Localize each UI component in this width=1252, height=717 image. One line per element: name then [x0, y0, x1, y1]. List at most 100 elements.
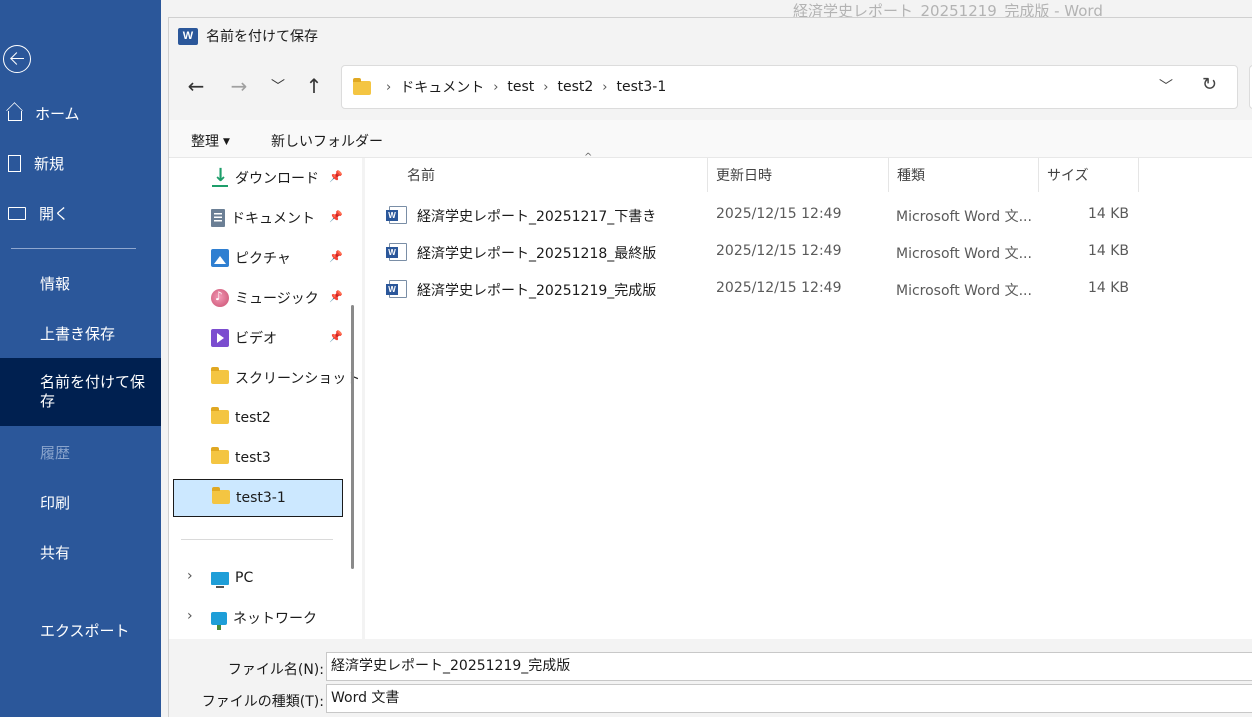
nav-item-label: ミュージック [235, 291, 319, 307]
backstage-item-label: ホーム [35, 104, 80, 123]
nav-item-pc[interactable]: › PC [173, 559, 343, 597]
pin-icon: 📌 [329, 250, 343, 263]
nav-item-label: スクリーンショット [235, 371, 361, 387]
caret-down-icon: ▼ [223, 137, 230, 147]
nav-item-network[interactable]: › ネットワーク [173, 599, 343, 637]
nav-item-test2[interactable]: test2 [173, 399, 343, 437]
up-button[interactable]: ↑ [298, 68, 330, 104]
nav-item-music[interactable]: ミュージック 📌 [173, 279, 343, 317]
column-label: 種類 [897, 168, 925, 184]
nav-item-documents[interactable]: ドキュメント 📌 [173, 199, 343, 237]
breadcrumb-item[interactable]: test2 [558, 79, 594, 95]
backstage-item-info[interactable]: 情報 [0, 263, 161, 303]
forward-button: → [223, 68, 255, 104]
nav-item-label: test3-1 [236, 490, 286, 506]
save-as-dialog: W 名前を付けて保存 ← → ﹀ ↑ › ドキュメント › test › tes… [168, 17, 1252, 717]
address-bar[interactable]: › ドキュメント › test › test2 › test3-1 ﹀ ↻ [341, 65, 1238, 109]
column-label: 更新日時 [716, 168, 772, 184]
open-folder-icon [8, 206, 26, 220]
backstage-item-label: 上書き保存 [40, 324, 116, 343]
file-name: 経済学史レポート_20251219_完成版 [417, 283, 657, 299]
file-type: Microsoft Word 文... [896, 283, 1032, 299]
nav-item-pictures[interactable]: ピクチャ 📌 [173, 239, 343, 277]
backstage-item-label: 共有 [40, 543, 71, 562]
breadcrumb-separator-icon[interactable]: › [493, 80, 498, 95]
backstage-divider [11, 248, 136, 249]
sort-ascending-icon: ^ [584, 152, 593, 163]
dialog-toolbar: 整理 ▼ 新しいフォルダー [169, 120, 1252, 158]
refresh-icon[interactable]: ↻ [1202, 74, 1217, 95]
nav-item-videos[interactable]: ビデオ 📌 [173, 319, 343, 357]
breadcrumb-separator-icon[interactable]: › [543, 80, 548, 95]
chevron-right-icon[interactable]: › [187, 568, 193, 584]
folder-icon [211, 367, 229, 387]
backstage-item-print[interactable]: 印刷 [0, 482, 161, 522]
file-date: 2025/12/15 12:49 [716, 206, 842, 222]
file-size: 14 KB [1087, 280, 1129, 296]
home-icon [8, 111, 22, 121]
breadcrumb-separator-icon[interactable]: › [602, 80, 607, 95]
filename-input[interactable]: 経済学史レポート_20251219_完成版 [326, 652, 1252, 681]
backstage-item-history: 履歴 [0, 432, 161, 472]
file-name: 経済学史レポート_20251217_下書き [417, 209, 657, 225]
documents-icon [211, 209, 225, 227]
music-icon [211, 289, 229, 307]
backstage-item-label: 開く [39, 204, 70, 223]
file-row[interactable]: 経済学史レポート_20251217_下書き 2025/12/15 12:49 M… [383, 198, 1133, 232]
breadcrumb-item[interactable]: test3-1 [617, 79, 667, 95]
backstage-item-export[interactable]: エクスポート [0, 610, 161, 650]
video-icon [211, 329, 229, 347]
filetype-select[interactable]: Word 文書 [326, 684, 1252, 713]
nav-item-label: PC [235, 570, 254, 586]
pin-icon: 📌 [329, 170, 343, 183]
filename-label: ファイル名(N): [227, 662, 324, 678]
backstage-item-label: 新規 [34, 154, 65, 173]
column-header-size[interactable]: サイズ [1039, 158, 1139, 192]
breadcrumb-item[interactable]: ドキュメント [400, 77, 484, 97]
recent-locations-button[interactable]: ﹀ [262, 68, 294, 104]
chevron-right-icon[interactable]: › [187, 608, 193, 624]
dialog-titlebar: W 名前を付けて保存 [169, 18, 1252, 54]
folder-icon [353, 78, 371, 95]
organize-button[interactable]: 整理 ▼ [191, 131, 230, 151]
backstage-item-save-as[interactable]: 名前を付けて保存 [0, 358, 161, 426]
nav-item-label: ネットワーク [233, 611, 317, 627]
back-button[interactable]: ← [180, 68, 212, 104]
backstage-item-home[interactable]: ホーム [0, 93, 161, 133]
backstage-item-label: エクスポート [40, 621, 130, 640]
backstage-item-new[interactable]: 新規 [0, 143, 161, 183]
back-arrow-icon[interactable] [3, 45, 31, 73]
new-folder-button[interactable]: 新しいフォルダー [271, 131, 383, 151]
breadcrumb-separator-icon: › [386, 79, 392, 95]
column-header-date[interactable]: 更新日時 [708, 158, 889, 192]
address-dropdown-icon[interactable]: ﹀ [1159, 76, 1173, 96]
file-row[interactable]: 経済学史レポート_20251219_完成版 2025/12/15 12:49 M… [383, 272, 1133, 306]
backstage-item-label: 印刷 [40, 493, 71, 512]
backstage-item-save[interactable]: 上書き保存 [0, 313, 161, 353]
word-document-icon [386, 206, 407, 224]
word-document-icon [386, 280, 407, 298]
new-document-icon [8, 154, 21, 172]
backstage-item-label: 情報 [40, 274, 71, 293]
column-header-name[interactable]: ^ 名前 [399, 152, 708, 192]
column-header-type[interactable]: 種類 [889, 158, 1039, 192]
file-date: 2025/12/15 12:49 [716, 280, 842, 296]
backstage-item-label: 履歴 [40, 443, 71, 462]
column-label: サイズ [1047, 168, 1089, 184]
file-date: 2025/12/15 12:49 [716, 243, 842, 259]
backstage-item-share[interactable]: 共有 [0, 532, 161, 572]
pin-icon: 📌 [329, 330, 343, 343]
file-type: Microsoft Word 文... [896, 246, 1032, 262]
file-row[interactable]: 経済学史レポート_20251218_最終版 2025/12/15 12:49 M… [383, 235, 1133, 269]
nav-item-test3-1[interactable]: test3-1 [173, 479, 343, 517]
backstage-item-open[interactable]: 開く [0, 193, 161, 233]
nav-item-downloads[interactable]: ダウンロード 📌 [173, 159, 343, 197]
column-label: 名前 [407, 168, 435, 184]
nav-scrollbar[interactable] [351, 305, 354, 569]
nav-item-test3[interactable]: test3 [173, 439, 343, 477]
file-list: ^ 名前 更新日時 種類 サイズ 経済学史レポート_20251217_下書き 2… [365, 152, 1252, 639]
pictures-icon [211, 249, 229, 267]
word-document-icon [386, 243, 407, 261]
nav-item-screenshots[interactable]: スクリーンショット [173, 359, 360, 397]
breadcrumb-item[interactable]: test [507, 79, 534, 95]
